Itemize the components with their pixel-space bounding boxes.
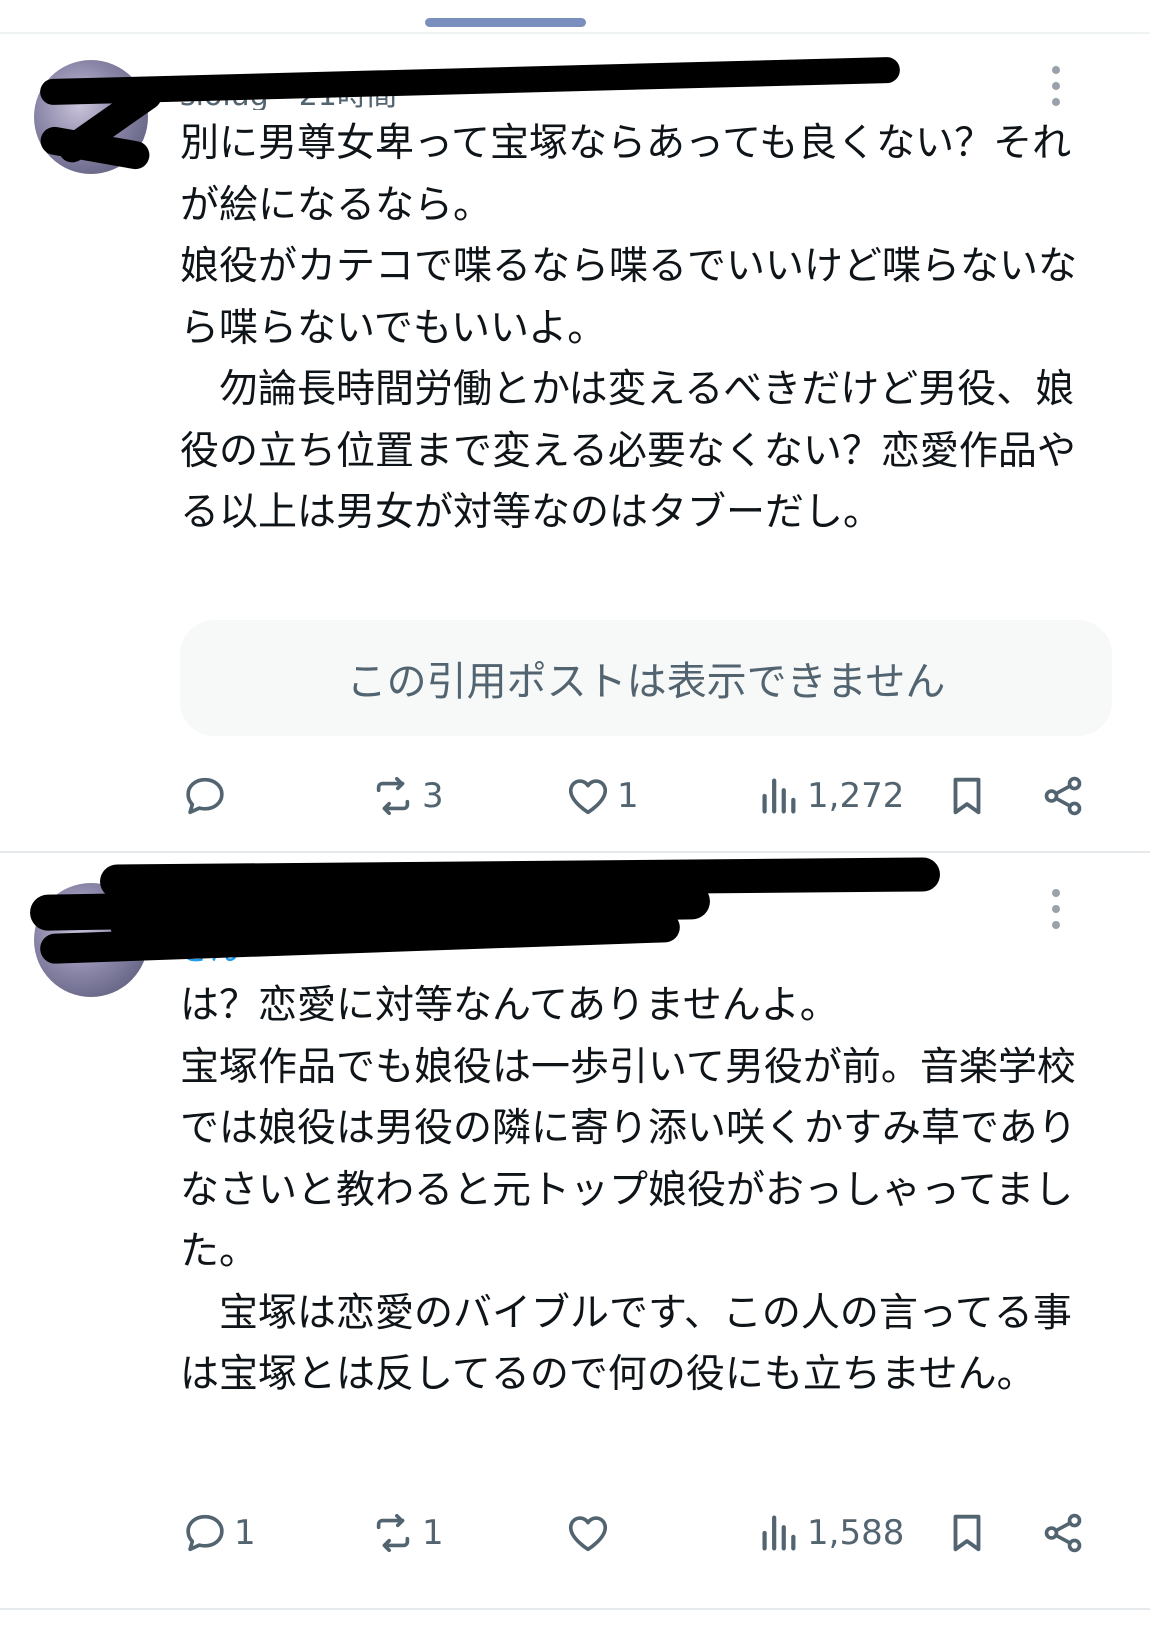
share-button[interactable] [1040,1503,1086,1563]
bookmark-button[interactable] [944,766,990,826]
views-icon [762,778,796,814]
post-actions: 1 1 1,588 [0,1503,1150,1563]
views-count: 1,272 [807,776,905,816]
reply-button[interactable] [182,766,234,826]
like-icon [568,1516,608,1552]
views-button[interactable]: 1,588 [755,1503,904,1563]
more-icon[interactable] [1050,889,1062,929]
reply-icon [186,1514,224,1552]
post-actions: 3 1 1,272 [0,766,1150,826]
share-icon [1044,776,1082,816]
like-button[interactable]: 1 [565,766,639,826]
share-icon [1044,1513,1082,1553]
quoted-post-unavailable: この引用ポストは表示できません [180,620,1112,736]
bookmark-button[interactable] [944,1503,990,1563]
post-text: 別に男尊女卑って宝塚ならあっても良くない？それが絵になるなら。 娘役がカテコで喋… [180,121,1078,535]
post-text: は？恋愛に対等なんてありませんよ。 宝塚作品でも娘役は一歩引いて男役が前。音楽学… [180,983,1077,1397]
views-button[interactable]: 1,272 [755,766,904,826]
repost-count: 1 [422,1513,444,1553]
repost-count: 3 [422,776,444,816]
like-button[interactable] [565,1503,617,1563]
like-icon [568,779,608,815]
divider [0,1608,1150,1610]
post[interactable]: kumiodancing・2月23日 さん は？恋愛に対等なんてありませんよ。 … [0,853,1150,1607]
reply-icon [186,777,224,815]
bookmark-icon [953,777,981,815]
views-count: 1,588 [807,1513,905,1553]
more-icon[interactable] [1050,66,1062,106]
repost-button[interactable]: 3 [370,766,444,826]
like-count: 1 [617,776,639,816]
share-button[interactable] [1040,766,1086,826]
bookmark-icon [953,1514,981,1552]
post[interactable]: sioiug・21時間 別に男尊女卑って宝塚ならあっても良くない？それが絵になる… [0,34,1150,850]
repost-button[interactable]: 1 [370,1503,444,1563]
drag-handle[interactable] [425,18,586,27]
repost-icon [376,1513,410,1553]
reply-button[interactable]: 1 [182,1503,256,1563]
views-icon [762,1515,796,1551]
reply-count: 1 [234,1513,256,1553]
repost-icon [376,776,410,816]
